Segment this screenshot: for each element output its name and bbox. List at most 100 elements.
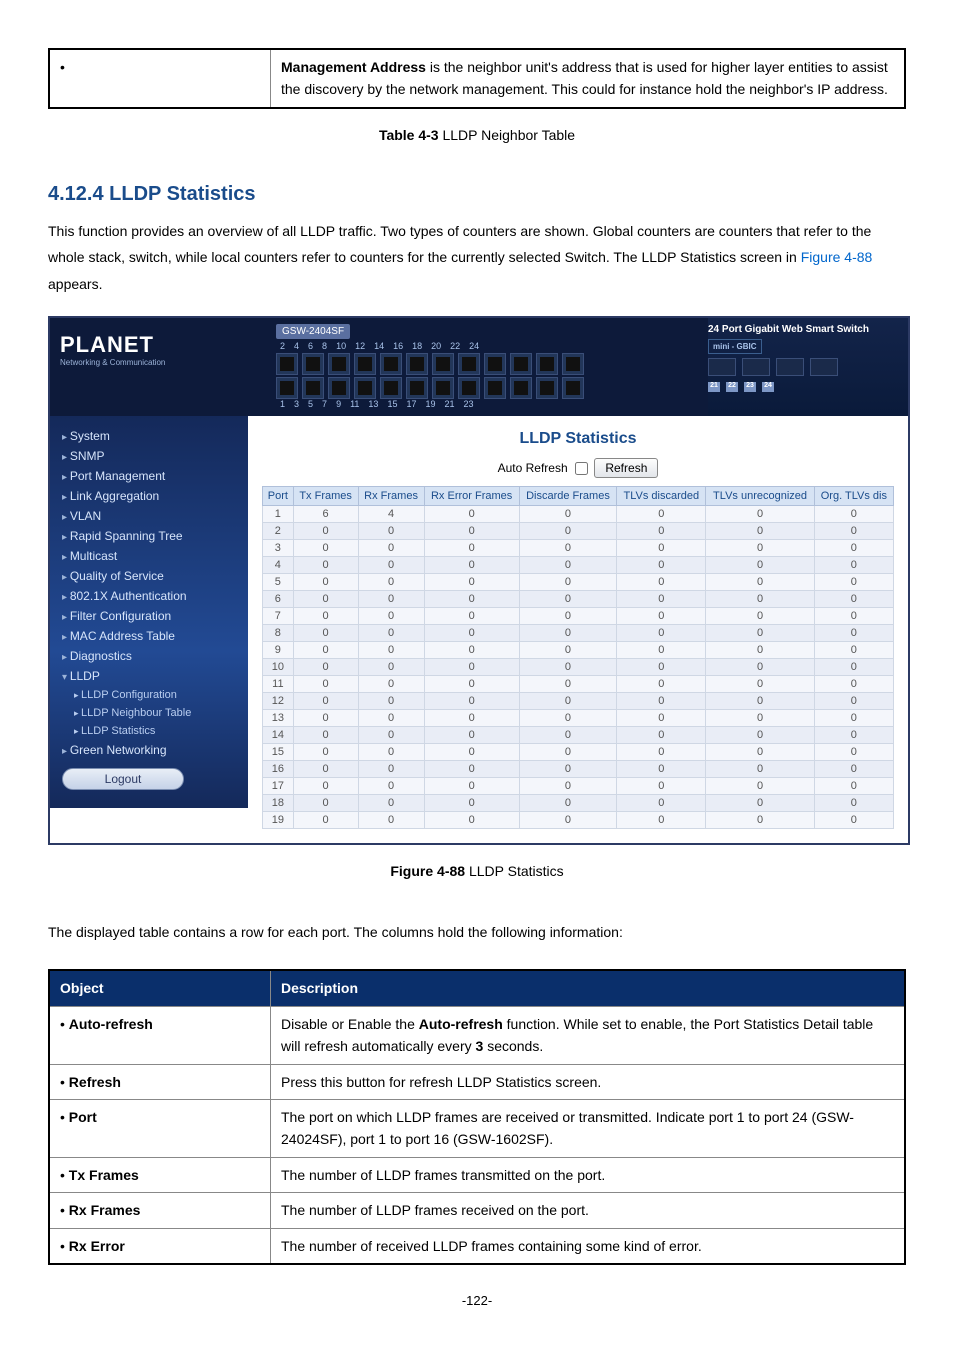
refresh-button[interactable]: Refresh bbox=[594, 458, 658, 478]
desc-value: The number of received LLDP frames conta… bbox=[271, 1228, 906, 1264]
stats-cell: 0 bbox=[706, 658, 814, 675]
description-table: Object Description • Auto-refreshDisable… bbox=[48, 969, 906, 1265]
stats-cell: 0 bbox=[519, 675, 617, 692]
stats-row: 130000000 bbox=[263, 709, 894, 726]
auto-refresh-row: Auto Refresh Refresh bbox=[262, 458, 894, 478]
sidebar-item-rapid-spanning-tree[interactable]: Rapid Spanning Tree bbox=[50, 526, 248, 546]
gbic-port[interactable] bbox=[708, 358, 736, 376]
stats-cell: 0 bbox=[519, 522, 617, 539]
stats-cell: 0 bbox=[293, 607, 358, 624]
port-block[interactable] bbox=[406, 377, 428, 399]
port-block[interactable] bbox=[354, 353, 376, 375]
stats-cell: 10 bbox=[263, 658, 294, 675]
stats-cell: 0 bbox=[706, 726, 814, 743]
stats-col-port: Port bbox=[263, 486, 294, 505]
sidebar-item-802-1x-authentication[interactable]: 802.1X Authentication bbox=[50, 586, 248, 606]
sidebar-item-diagnostics[interactable]: Diagnostics bbox=[50, 646, 248, 666]
logout-button[interactable]: Logout bbox=[62, 768, 184, 790]
port-num-22: 22 bbox=[450, 341, 460, 351]
sidebar-item-link-aggregation[interactable]: Link Aggregation bbox=[50, 486, 248, 506]
gbic-tabs-bottom: 21222324 bbox=[708, 380, 898, 392]
desc-label: • Port bbox=[49, 1100, 271, 1158]
auto-refresh-checkbox[interactable] bbox=[575, 462, 588, 475]
stats-row: 80000000 bbox=[263, 624, 894, 641]
stats-cell: 0 bbox=[358, 522, 424, 539]
page-number: -122- bbox=[48, 1293, 906, 1308]
stats-cell: 0 bbox=[706, 777, 814, 794]
gbic-port[interactable] bbox=[776, 358, 804, 376]
sidebar-item-green-networking[interactable]: Green Networking bbox=[50, 740, 248, 760]
row-bullet: • bbox=[49, 49, 271, 108]
port-block[interactable] bbox=[432, 377, 454, 399]
stats-cell: 0 bbox=[519, 573, 617, 590]
stats-cell: 0 bbox=[424, 675, 519, 692]
port-block[interactable] bbox=[536, 377, 558, 399]
stats-cell: 0 bbox=[706, 607, 814, 624]
port-block[interactable] bbox=[302, 353, 324, 375]
port-block[interactable] bbox=[276, 377, 298, 399]
port-block[interactable] bbox=[302, 377, 324, 399]
sidebar-item-port-management[interactable]: Port Management bbox=[50, 466, 248, 486]
port-block[interactable] bbox=[536, 353, 558, 375]
stats-cell: 0 bbox=[519, 658, 617, 675]
port-block[interactable] bbox=[406, 353, 428, 375]
sidebar-sub-lldp-neighbour-table[interactable]: LLDP Neighbour Table bbox=[50, 704, 248, 722]
port-num-5: 5 bbox=[308, 399, 313, 409]
port-block[interactable] bbox=[562, 377, 584, 399]
port-block[interactable] bbox=[458, 377, 480, 399]
figure-link[interactable]: Figure 4-88 bbox=[801, 249, 873, 265]
stats-cell: 0 bbox=[814, 522, 893, 539]
stats-cell: 0 bbox=[293, 624, 358, 641]
port-block[interactable] bbox=[484, 353, 506, 375]
port-block[interactable] bbox=[328, 353, 350, 375]
port-block[interactable] bbox=[458, 353, 480, 375]
sidebar-sub-lldp-statistics[interactable]: LLDP Statistics bbox=[50, 722, 248, 740]
sidebar-sub-lldp-configuration[interactable]: LLDP Configuration bbox=[50, 686, 248, 704]
port-block[interactable] bbox=[380, 377, 402, 399]
stats-cell: 0 bbox=[706, 743, 814, 760]
stats-cell: 0 bbox=[358, 539, 424, 556]
section-title: LLDP Statistics bbox=[109, 183, 255, 205]
port-block[interactable] bbox=[276, 353, 298, 375]
stats-cell: 0 bbox=[293, 556, 358, 573]
stats-cell: 0 bbox=[293, 539, 358, 556]
gbic-port[interactable] bbox=[742, 358, 770, 376]
port-num-7: 7 bbox=[322, 399, 327, 409]
device-title-cell: 24 Port Gigabit Web Smart Switch mini - … bbox=[708, 318, 908, 416]
sidebar-item-filter-configuration[interactable]: Filter Configuration bbox=[50, 606, 248, 626]
port-block[interactable] bbox=[380, 353, 402, 375]
stats-cell: 0 bbox=[617, 794, 706, 811]
sidebar-item-quality-of-service[interactable]: Quality of Service bbox=[50, 566, 248, 586]
sidebar-item-snmp[interactable]: SNMP bbox=[50, 446, 248, 466]
sidebar-item-vlan[interactable]: VLAN bbox=[50, 506, 248, 526]
stats-cell: 0 bbox=[706, 590, 814, 607]
desc-row: • Tx FramesThe number of LLDP frames tra… bbox=[49, 1157, 905, 1192]
stats-cell: 8 bbox=[263, 624, 294, 641]
desc-value: The number of LLDP frames transmitted on… bbox=[271, 1157, 906, 1192]
stats-cell: 0 bbox=[424, 539, 519, 556]
port-num-13: 13 bbox=[368, 399, 378, 409]
stats-cell: 0 bbox=[358, 777, 424, 794]
port-block[interactable] bbox=[510, 377, 532, 399]
stats-cell: 0 bbox=[814, 675, 893, 692]
stats-cell: 0 bbox=[519, 590, 617, 607]
gbic-port[interactable] bbox=[810, 358, 838, 376]
sidebar-item-multicast[interactable]: Multicast bbox=[50, 546, 248, 566]
port-num-10: 10 bbox=[336, 341, 346, 351]
port-block[interactable] bbox=[510, 353, 532, 375]
port-num-6: 6 bbox=[308, 341, 313, 351]
stats-cell: 0 bbox=[617, 522, 706, 539]
port-block[interactable] bbox=[562, 353, 584, 375]
desc-header-description: Description bbox=[271, 970, 906, 1006]
sidebar-item-lldp[interactable]: LLDP bbox=[50, 666, 248, 686]
stats-cell: 0 bbox=[424, 573, 519, 590]
port-block[interactable] bbox=[432, 353, 454, 375]
stats-cell: 18 bbox=[263, 794, 294, 811]
stats-cell: 0 bbox=[519, 743, 617, 760]
port-block[interactable] bbox=[484, 377, 506, 399]
odd-port-numbers: 1357911131517192123 bbox=[276, 399, 700, 409]
sidebar-item-mac-address-table[interactable]: MAC Address Table bbox=[50, 626, 248, 646]
port-block[interactable] bbox=[328, 377, 350, 399]
port-block[interactable] bbox=[354, 377, 376, 399]
sidebar-item-system[interactable]: System bbox=[50, 426, 248, 446]
